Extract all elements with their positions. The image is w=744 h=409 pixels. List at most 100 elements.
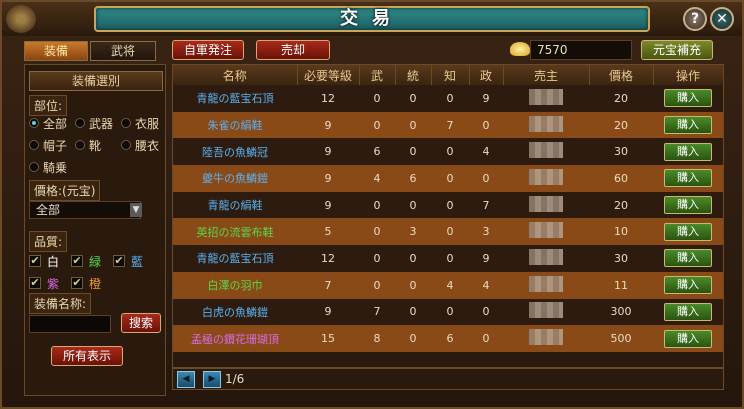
item-zheng: 9 [469,85,503,112]
radio-slot-hat[interactable] [29,140,39,150]
item-action: 購入 [653,298,723,326]
close-button[interactable]: ✕ [710,7,734,31]
help-button[interactable]: ? [683,7,707,31]
radio-slot-clothes[interactable] [121,118,131,128]
price-select-value: 全部 [36,203,61,217]
slot-option-label: 帽子 [43,139,68,153]
filter-header: 装備選別 [29,71,163,91]
price-label: 價格:(元宝) [29,180,101,201]
item-tong: 0 [395,245,431,272]
col-header-price: 價格 [589,65,654,85]
table-row: 白虎の魚鱗鎧 9 7 0 0 0 300 購入 [173,298,723,326]
buy-button[interactable]: 購入 [664,302,712,321]
item-price: 11 [589,271,653,299]
buy-button[interactable]: 購入 [664,116,712,135]
table-row: 白澤の羽巾 7 0 0 4 4 11 購入 [173,271,723,299]
col-header-wu: 武 [359,65,396,85]
seller-avatar [529,168,563,185]
window-title: 交易 [94,6,650,32]
item-zheng: 7 [469,191,503,219]
table-row: 青龍の藍宝石頂 12 0 0 0 9 30 購入 [173,245,723,272]
item-name: 夔牛の魚鱗鎧 [173,165,297,192]
buy-button[interactable]: 購入 [664,276,712,295]
search-button[interactable]: 搜索 [121,313,161,333]
item-seller [503,298,589,326]
buy-button[interactable]: 購入 [664,142,712,161]
quality-option-label: 紫 [47,277,60,291]
ornament-icon [6,5,36,33]
item-tong: 3 [395,218,431,246]
buy-button[interactable]: 購入 [664,169,712,188]
tab-equipment[interactable]: 装備 [24,41,88,61]
col-header-level: 必要等級 [297,65,360,85]
seller-avatar [529,329,563,346]
item-zheng: 0 [469,111,503,139]
checkbox-quality-green[interactable]: ✔ [71,255,83,267]
item-zheng: 9 [469,245,503,272]
buy-button[interactable]: 購入 [664,196,712,215]
pagination: ◀ ▶ 1/6 [172,368,724,390]
item-price: 60 [589,165,653,192]
prev-page-button[interactable]: ◀ [177,371,195,388]
item-tong: 0 [395,325,431,352]
radio-slot-all[interactable] [29,118,39,128]
item-tong: 0 [395,298,431,326]
checkbox-quality-white[interactable]: ✔ [29,255,41,267]
order-button[interactable]: 自軍発注 [172,40,244,60]
table-row: 青龍の藍宝石頂 12 0 0 0 9 20 購入 [173,85,723,112]
item-level: 9 [297,138,359,166]
buy-button[interactable]: 購入 [664,222,712,241]
recharge-button[interactable]: 元宝補充 [641,40,713,60]
item-wu: 0 [359,245,395,272]
item-zheng: 4 [469,271,503,299]
page-indicator: 1/6 [225,372,245,386]
show-all-button[interactable]: 所有表示 [51,346,123,366]
item-seller [503,271,589,299]
seller-avatar [529,115,563,132]
checkbox-quality-orange[interactable]: ✔ [71,277,83,289]
slot-option-label: 全部 [43,117,68,131]
table-header-row: 名称 必要等級 武 統 知 政 売主 價格 操作 [173,65,724,85]
seller-avatar [529,302,563,319]
quality-label: 品質: [29,231,68,252]
radio-slot-shoes[interactable] [75,140,85,150]
checkbox-quality-blue[interactable]: ✔ [113,255,125,267]
buy-button[interactable]: 購入 [664,249,712,268]
quality-option-label: 白 [47,255,60,269]
item-price: 300 [589,298,653,326]
item-wu: 6 [359,138,395,166]
radio-slot-mount[interactable] [29,162,39,172]
price-select[interactable]: 全部 ▼ [29,201,142,219]
item-name: 青龍の藍宝石頂 [173,245,297,272]
name-search-input[interactable] [29,315,111,333]
item-table: 名称 必要等級 武 統 知 政 売主 價格 操作 青龍の藍宝石頂 12 0 0 0 9 20… [172,64,724,368]
item-level: 12 [297,245,359,272]
item-name: 英招の流雲布鞋 [173,218,297,246]
item-wu: 0 [359,191,395,219]
filter-panel: 装備選別 部位: 全部 武器 衣服 帽子 靴 腰衣 騎乗 價格:(元宝) 全部 … [24,64,166,396]
col-header-zheng: 政 [469,65,504,85]
item-level: 12 [297,85,359,112]
next-page-button[interactable]: ▶ [203,371,221,388]
item-tong: 0 [395,85,431,112]
chevron-down-icon[interactable]: ▼ [130,203,142,217]
seller-avatar [529,248,563,265]
gold-ingot-icon [510,42,530,56]
item-action: 購入 [653,325,723,352]
radio-slot-belt[interactable] [121,140,131,150]
item-wu: 7 [359,298,395,326]
item-zheng: 0 [469,325,503,352]
table-row: 陸吾の魚鱗冠 9 6 0 0 4 30 購入 [173,138,723,166]
item-name: 朱雀の絹鞋 [173,111,297,139]
trade-window: 交易 ? ✕ 装備 武将 自軍発注 売却 7570 元宝補充 装備選別 部位: … [0,0,744,409]
item-price: 30 [589,138,653,166]
radio-slot-weapon[interactable] [75,118,85,128]
buy-button[interactable]: 購入 [664,89,712,108]
sell-button[interactable]: 売却 [256,40,330,60]
item-wu: 4 [359,165,395,192]
buy-button[interactable]: 購入 [664,329,712,348]
checkbox-quality-purple[interactable]: ✔ [29,277,41,289]
item-price: 20 [589,85,653,112]
tab-generals[interactable]: 武将 [90,41,156,61]
item-zheng: 3 [469,218,503,246]
